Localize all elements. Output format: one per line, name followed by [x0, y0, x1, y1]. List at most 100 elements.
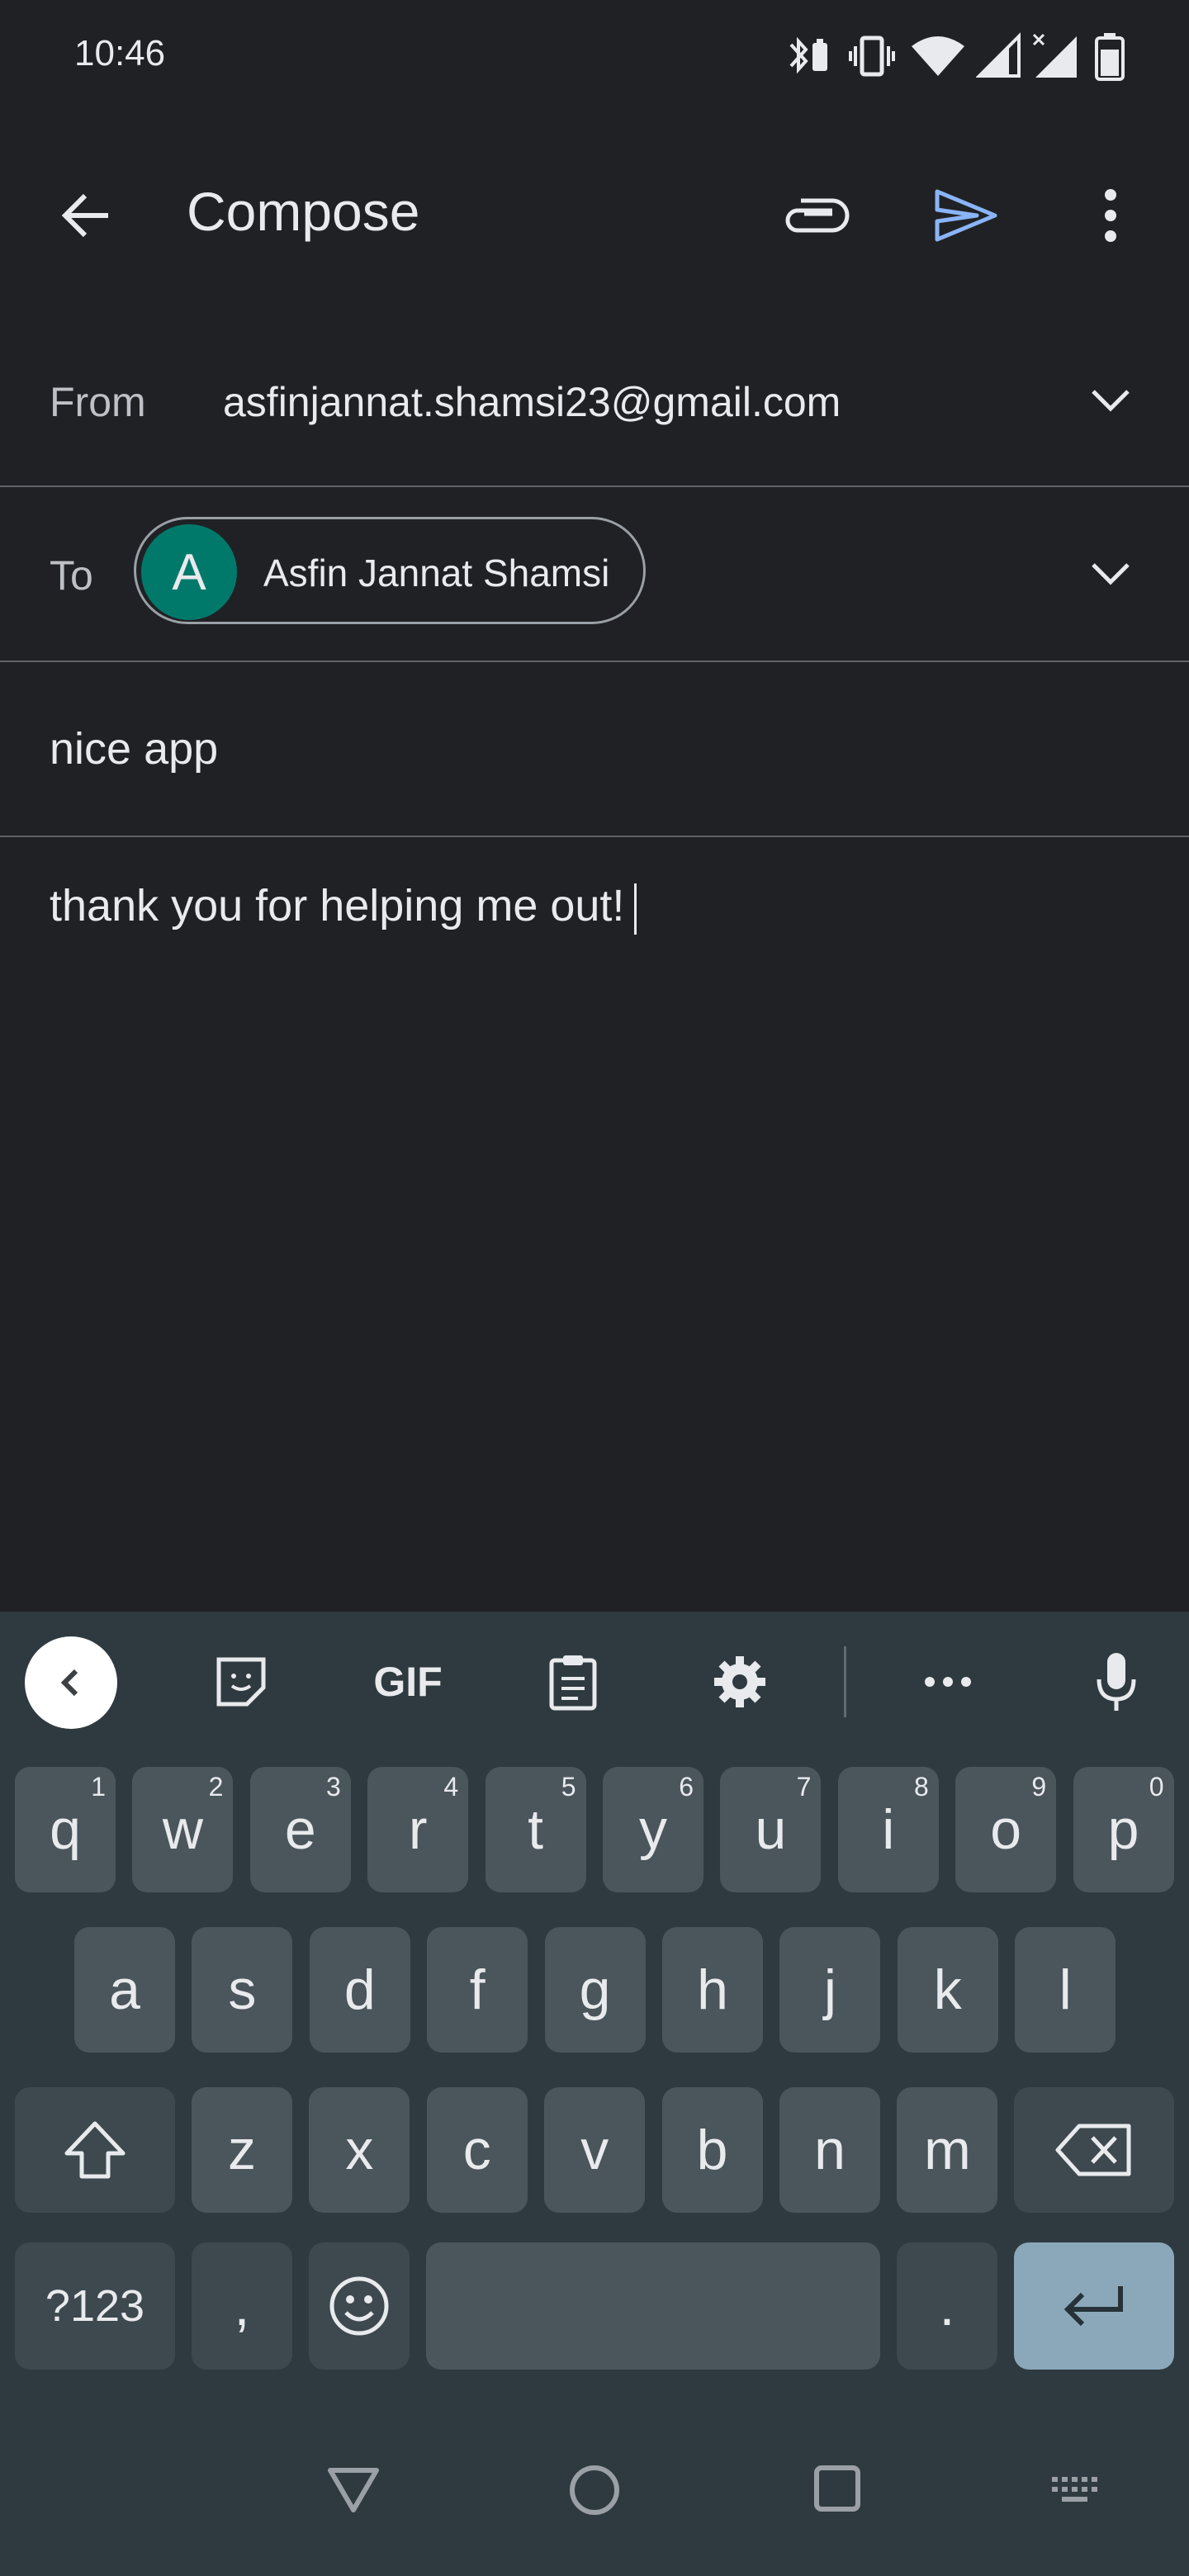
key-r[interactable]: r4 — [367, 1767, 469, 1892]
settings-button[interactable] — [699, 1645, 781, 1719]
voice-input-button[interactable] — [1075, 1645, 1158, 1719]
clipboard-button[interactable] — [532, 1645, 614, 1719]
key-l[interactable]: l — [1015, 1927, 1116, 2053]
emoji-key[interactable] — [309, 2242, 410, 2370]
key-n[interactable]: n — [779, 2087, 880, 2213]
keyboard-switch-icon[interactable] — [1050, 2474, 1100, 2507]
key-d[interactable]: d — [309, 1927, 410, 2053]
attachment-icon — [785, 198, 850, 233]
from-expand-button[interactable] — [1082, 372, 1139, 429]
key-label: i — [882, 1798, 895, 1861]
key-label: x — [345, 2119, 374, 2181]
symbols-key[interactable]: ?123 — [15, 2242, 175, 2370]
back-button[interactable] — [50, 178, 124, 253]
bluetooth-battery-icon — [789, 36, 827, 74]
key-label: u — [755, 1798, 787, 1861]
sticker-button[interactable] — [200, 1645, 282, 1719]
key-label: a — [109, 1958, 140, 2021]
to-label: To — [50, 552, 93, 599]
key-f[interactable]: f — [427, 1927, 528, 2053]
status-bar: 10:46 — [0, 0, 1189, 112]
key-k[interactable]: k — [897, 1927, 998, 2053]
back-triangle-icon[interactable] — [325, 2465, 381, 2515]
key-label: e — [284, 1798, 316, 1861]
more-tools-button[interactable] — [907, 1645, 989, 1719]
key-b[interactable]: b — [661, 2087, 763, 2213]
recents-square-icon[interactable] — [812, 2464, 862, 2513]
key-label: s — [228, 1958, 257, 2021]
key-hint: 5 — [561, 1772, 576, 1802]
period-key-label: . — [939, 2275, 955, 2337]
recipient-chip[interactable]: A Asfin Jannat Shamsi — [134, 517, 646, 624]
key-label: b — [696, 2119, 728, 2181]
toolbar-divider — [844, 1646, 846, 1717]
key-hint: 7 — [796, 1772, 812, 1802]
key-hint: 6 — [679, 1772, 694, 1802]
body-field[interactable]: thank you for helping me out! — [50, 880, 1139, 1045]
key-e[interactable]: e3 — [249, 1767, 351, 1892]
settings-icon — [714, 1656, 765, 1707]
home-circle-icon[interactable] — [568, 2464, 621, 2517]
key-label: m — [924, 2119, 971, 2181]
chevron-down-icon — [1092, 563, 1130, 585]
avatar: A — [141, 524, 237, 620]
comma-key-label: , — [234, 2275, 250, 2337]
key-label: w — [162, 1798, 203, 1861]
key-label: q — [50, 1798, 81, 1861]
key-s[interactable]: s — [192, 1927, 293, 2053]
comma-key[interactable]: , — [192, 2242, 292, 2370]
more-options-button[interactable] — [1073, 174, 1148, 257]
key-h[interactable]: h — [662, 1927, 763, 2053]
recipient-name: Asfin Jannat Shamsi — [263, 552, 610, 594]
key-g[interactable]: g — [544, 1927, 646, 2053]
key-label: c — [462, 2119, 491, 2181]
shift-key[interactable] — [15, 2087, 175, 2213]
enter-key[interactable] — [1014, 2242, 1174, 2370]
backspace-key[interactable] — [1014, 2087, 1174, 2213]
to-row[interactable]: To A Asfin Jannat Shamsi — [0, 487, 1189, 662]
key-label: t — [528, 1798, 544, 1861]
gif-icon: GIF — [373, 1659, 443, 1705]
key-i[interactable]: i8 — [837, 1767, 939, 1892]
key-label: r — [408, 1798, 428, 1861]
key-z[interactable]: z — [192, 2087, 292, 2213]
key-w[interactable]: w2 — [132, 1767, 234, 1892]
send-icon — [935, 189, 997, 242]
key-hint: 0 — [1149, 1772, 1164, 1802]
subject-field[interactable]: nice app — [0, 662, 1189, 837]
period-key[interactable]: . — [897, 2242, 997, 2370]
key-c[interactable]: c — [426, 2087, 528, 2213]
key-label: p — [1107, 1798, 1139, 1861]
body-text: thank you for helping me out! — [50, 881, 625, 930]
more-vert-icon — [1105, 189, 1116, 242]
key-u[interactable]: u7 — [720, 1767, 822, 1892]
key-hint: 1 — [91, 1772, 106, 1802]
space-key[interactable] — [426, 2242, 880, 2370]
key-m[interactable]: m — [897, 2087, 998, 2213]
clipboard-icon — [549, 1655, 597, 1711]
key-p[interactable]: p0 — [1073, 1767, 1174, 1892]
key-x[interactable]: x — [309, 2087, 410, 2213]
key-a[interactable]: a — [74, 1927, 175, 2053]
enter-icon — [1063, 2286, 1123, 2327]
attach-button[interactable] — [776, 174, 859, 257]
more-horiz-icon — [925, 1677, 971, 1687]
subject-value: nice app — [50, 724, 219, 774]
key-t[interactable]: t5 — [485, 1767, 586, 1892]
send-button[interactable] — [925, 174, 1007, 257]
battery-icon — [1095, 33, 1125, 81]
key-q[interactable]: q1 — [15, 1767, 116, 1892]
from-row[interactable]: From asfinjannat.shamsi23@gmail.com — [0, 314, 1189, 487]
key-j[interactable]: j — [779, 1927, 881, 2053]
signal-icon — [976, 32, 1021, 78]
collapse-keyboard-button[interactable] — [25, 1636, 117, 1729]
key-label: n — [814, 2119, 846, 2181]
gif-button[interactable]: GIF — [367, 1645, 449, 1719]
shift-icon — [64, 2121, 126, 2179]
status-time: 10:46 — [74, 33, 166, 73]
symbols-key-label: ?123 — [45, 2281, 145, 2331]
to-expand-button[interactable] — [1082, 545, 1139, 603]
key-o[interactable]: o9 — [955, 1767, 1057, 1892]
key-y[interactable]: y6 — [603, 1767, 703, 1892]
key-v[interactable]: v — [544, 2087, 646, 2213]
